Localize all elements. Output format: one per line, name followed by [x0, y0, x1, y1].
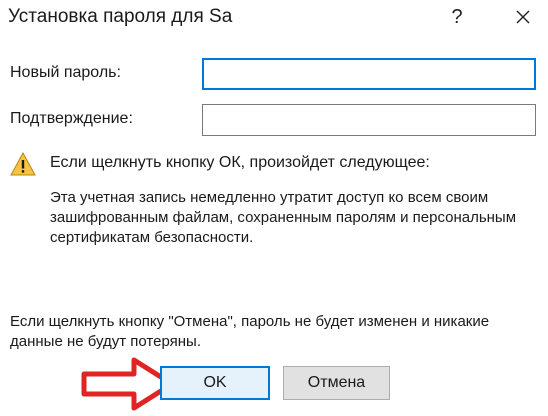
close-icon: [516, 10, 530, 24]
help-button[interactable]: ?: [434, 0, 480, 34]
cancel-button[interactable]: Отмена: [283, 366, 390, 400]
dialog-title: Установка пароля для Sa: [8, 6, 233, 27]
confirm-password-input[interactable]: [202, 104, 536, 136]
confirm-password-label: Подтверждение:: [10, 110, 133, 127]
close-button[interactable]: [500, 0, 546, 34]
cancel-note: Если щелкнуть кнопку "Отмена", пароль не…: [10, 313, 490, 350]
warning-heading: Если щелкнуть кнопку ОК, произойдет след…: [50, 154, 430, 171]
password-dialog: Установка пароля для Sa ? Новый пароль: …: [0, 0, 548, 416]
title-bar: Установка пароля для Sa ?: [0, 0, 548, 38]
new-password-input[interactable]: [202, 58, 536, 90]
new-password-label: Новый пароль:: [10, 64, 121, 81]
warning-icon: [10, 152, 36, 176]
warning-text: Эта учетная запись немедленно утратит до…: [50, 189, 517, 246]
ok-button[interactable]: OK: [160, 366, 270, 400]
